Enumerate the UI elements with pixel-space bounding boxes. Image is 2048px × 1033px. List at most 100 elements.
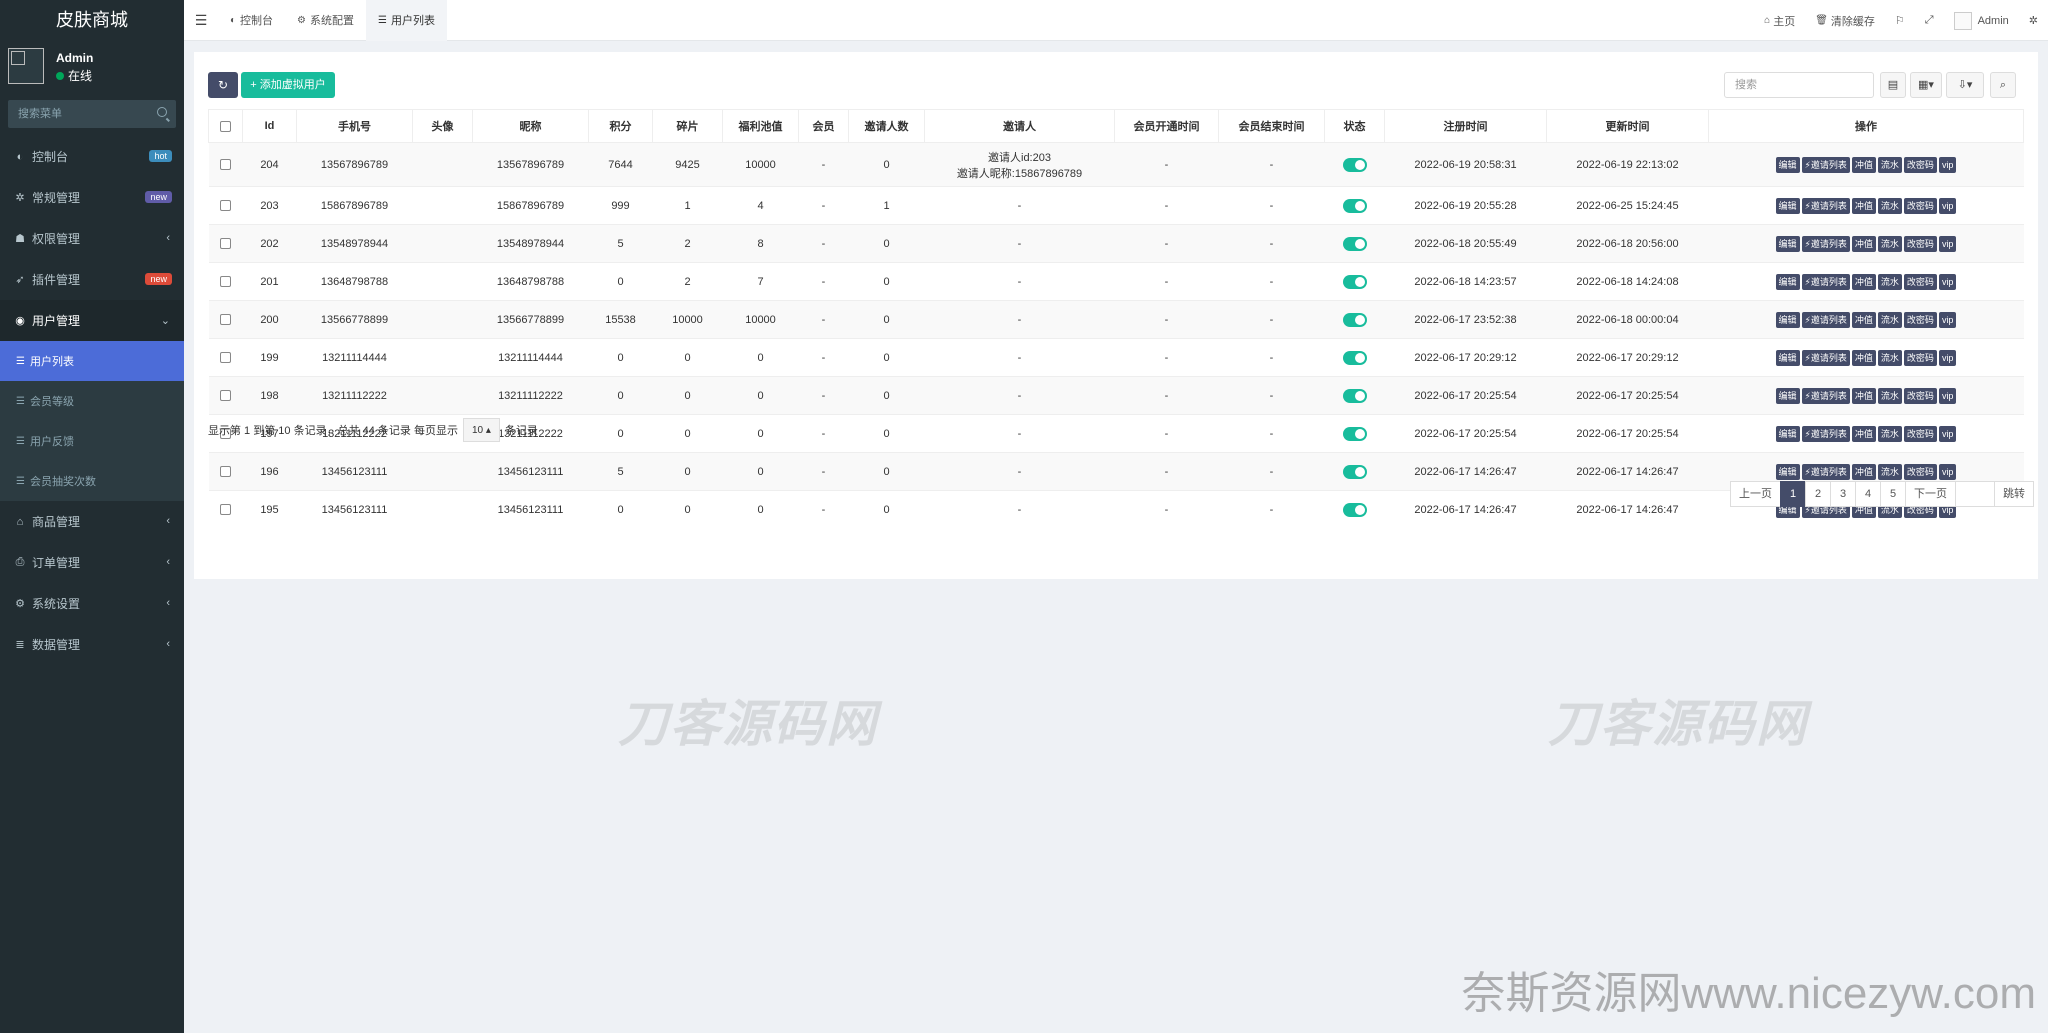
vip-button[interactable]: vip <box>1938 311 1957 328</box>
refresh-button[interactable]: ↻ <box>208 72 238 98</box>
sidebar-search-input[interactable] <box>8 100 176 128</box>
recharge-button[interactable]: 冲值 <box>1851 349 1876 366</box>
invite-list-button[interactable]: ⚡邀请列表 <box>1801 235 1850 252</box>
page-3-button[interactable]: 3 <box>1830 481 1856 507</box>
vip-button[interactable]: vip <box>1938 387 1957 404</box>
search-icon[interactable] <box>157 107 167 117</box>
change-password-button[interactable]: 改密码 <box>1903 387 1937 404</box>
sidebar-item-auth[interactable]: ☗ 权限管理 ‹ <box>0 218 184 259</box>
row-checkbox[interactable] <box>208 300 243 339</box>
invite-list-button[interactable]: ⚡邀请列表 <box>1801 156 1850 173</box>
col-fragments[interactable]: 碎片 <box>652 109 723 143</box>
change-password-button[interactable]: 改密码 <box>1903 273 1937 290</box>
page-1-button[interactable]: 1 <box>1780 481 1806 507</box>
recharge-button[interactable]: 冲值 <box>1851 463 1876 480</box>
col-nickname[interactable]: 昵称 <box>472 109 589 143</box>
sidebar-item-user-list[interactable]: ☰ 用户列表 <box>0 341 184 381</box>
invite-list-button[interactable]: ⚡邀请列表 <box>1801 349 1850 366</box>
col-vip-end[interactable]: 会员结束时间 <box>1218 109 1325 143</box>
status-toggle[interactable] <box>1342 236 1367 251</box>
invite-list-button[interactable]: ⚡邀请列表 <box>1801 197 1850 214</box>
flow-button[interactable]: 流水 <box>1877 425 1902 442</box>
row-checkbox[interactable] <box>208 338 243 377</box>
sidebar-item-users[interactable]: ◉ 用户管理 ⌄ <box>0 300 184 341</box>
status-toggle[interactable] <box>1342 274 1367 289</box>
recharge-button[interactable]: 冲值 <box>1851 273 1876 290</box>
col-phone[interactable]: 手机号 <box>296 109 413 143</box>
settings-button[interactable]: ✲ <box>2019 14 2048 27</box>
row-checkbox[interactable] <box>208 452 243 491</box>
sidebar-item-data[interactable]: ≣ 数据管理 ‹ <box>0 624 184 665</box>
status-toggle[interactable] <box>1342 426 1367 441</box>
edit-button[interactable]: 编辑 <box>1775 197 1800 214</box>
sidebar-item-system[interactable]: ⚙ 系统设置 ‹ <box>0 583 184 624</box>
jump-page-input[interactable] <box>1955 481 1995 507</box>
row-checkbox[interactable] <box>208 142 243 187</box>
status-toggle[interactable] <box>1342 464 1367 479</box>
edit-button[interactable]: 编辑 <box>1775 273 1800 290</box>
col-id[interactable]: Id <box>242 109 297 143</box>
flow-button[interactable]: 流水 <box>1877 156 1902 173</box>
toggle-view-button[interactable]: ▤ <box>1880 72 1906 98</box>
recharge-button[interactable]: 冲值 <box>1851 387 1876 404</box>
sidebar-item-dashboard[interactable]: ◐ 控制台 hot <box>0 136 184 177</box>
invite-list-button[interactable]: ⚡邀请列表 <box>1801 387 1850 404</box>
edit-button[interactable]: 编辑 <box>1775 349 1800 366</box>
prev-page-button[interactable]: 上一页 <box>1730 481 1781 507</box>
sidebar-item-orders[interactable]: ⎙ 订单管理 ‹ <box>0 542 184 583</box>
vip-button[interactable]: vip <box>1938 197 1957 214</box>
table-search-input[interactable] <box>1724 72 1874 98</box>
status-toggle[interactable] <box>1342 350 1367 365</box>
flow-button[interactable]: 流水 <box>1877 463 1902 480</box>
col-status[interactable]: 状态 <box>1324 109 1385 143</box>
change-password-button[interactable]: 改密码 <box>1903 197 1937 214</box>
flow-button[interactable]: 流水 <box>1877 311 1902 328</box>
flow-button[interactable]: 流水 <box>1877 197 1902 214</box>
invite-list-button[interactable]: ⚡邀请列表 <box>1801 273 1850 290</box>
sidebar-item-member-level[interactable]: ☰ 会员等级 <box>0 381 184 421</box>
flow-button[interactable]: 流水 <box>1877 235 1902 252</box>
row-checkbox[interactable] <box>208 376 243 415</box>
vip-button[interactable]: vip <box>1938 273 1957 290</box>
status-toggle[interactable] <box>1342 388 1367 403</box>
row-checkbox[interactable] <box>208 224 243 263</box>
advanced-search-button[interactable]: ⌕ <box>1990 72 2016 98</box>
status-toggle[interactable] <box>1342 157 1367 172</box>
edit-button[interactable]: 编辑 <box>1775 463 1800 480</box>
vip-button[interactable]: vip <box>1938 156 1957 173</box>
change-password-button[interactable]: 改密码 <box>1903 311 1937 328</box>
sidebar-item-feedback[interactable]: ☰ 用户反馈 <box>0 421 184 461</box>
flow-button[interactable]: 流水 <box>1877 349 1902 366</box>
col-vip[interactable]: 会员 <box>798 109 849 143</box>
status-toggle[interactable] <box>1342 198 1367 213</box>
select-all-checkbox[interactable] <box>208 109 243 143</box>
brand-logo[interactable]: 皮肤商城 <box>0 0 184 41</box>
sidebar-item-goods[interactable]: ⌂ 商品管理 ‹ <box>0 501 184 542</box>
recharge-button[interactable]: 冲值 <box>1851 235 1876 252</box>
sidebar-item-addons[interactable]: ➶ 插件管理 new <box>0 259 184 300</box>
add-virtual-user-button[interactable]: + 添加虚拟用户 <box>241 72 335 98</box>
page-5-button[interactable]: 5 <box>1880 481 1906 507</box>
jump-button[interactable]: 跳转 <box>1994 481 2034 507</box>
tab-user-list[interactable]: ☰ 用户列表 <box>366 0 447 41</box>
flow-button[interactable]: 流水 <box>1877 387 1902 404</box>
edit-button[interactable]: 编辑 <box>1775 235 1800 252</box>
language-button[interactable]: ⚐ <box>1885 14 1915 27</box>
next-page-button[interactable]: 下一页 <box>1905 481 1956 507</box>
page-size-select[interactable]: 10 ▴ <box>462 418 500 442</box>
col-pool[interactable]: 福利池值 <box>722 109 799 143</box>
invite-list-button[interactable]: ⚡邀请列表 <box>1801 463 1850 480</box>
col-update-time[interactable]: 更新时间 <box>1546 109 1709 143</box>
change-password-button[interactable]: 改密码 <box>1903 235 1937 252</box>
recharge-button[interactable]: 冲值 <box>1851 197 1876 214</box>
change-password-button[interactable]: 改密码 <box>1903 156 1937 173</box>
col-invite-count[interactable]: 邀请人数 <box>848 109 925 143</box>
invite-list-button[interactable]: ⚡邀请列表 <box>1801 425 1850 442</box>
columns-button[interactable]: ▦▾ <box>1910 72 1942 98</box>
recharge-button[interactable]: 冲值 <box>1851 311 1876 328</box>
recharge-button[interactable]: 冲值 <box>1851 156 1876 173</box>
change-password-button[interactable]: 改密码 <box>1903 463 1937 480</box>
change-password-button[interactable]: 改密码 <box>1903 349 1937 366</box>
sidebar-item-lottery[interactable]: ☰ 会员抽奖次数 <box>0 461 184 501</box>
vip-button[interactable]: vip <box>1938 235 1957 252</box>
